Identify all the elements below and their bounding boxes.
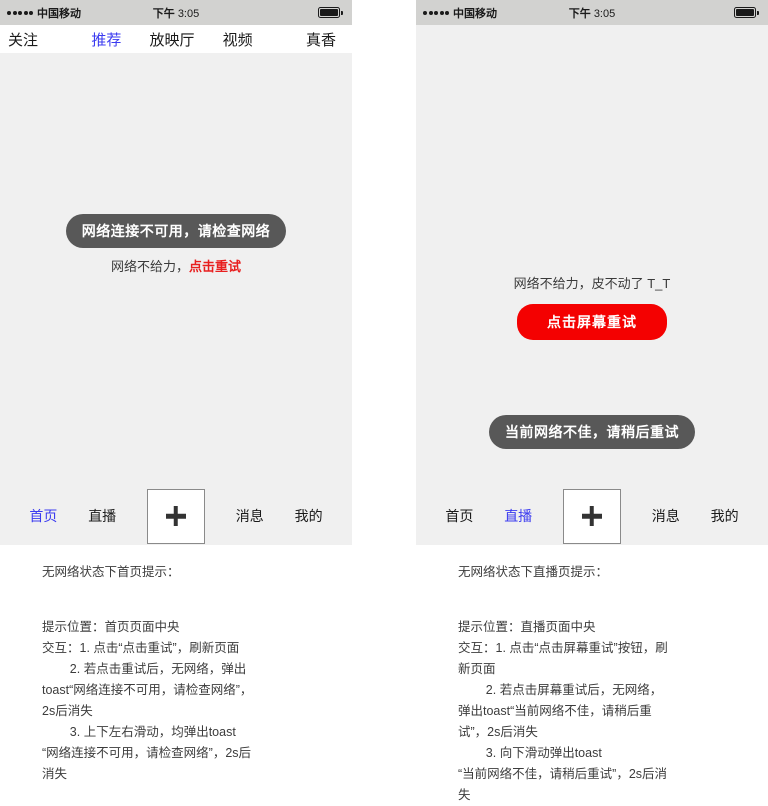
top-tab-tuijian[interactable]: 推荐 (74, 29, 140, 50)
spec-interaction-3-right: 3. 向下滑动弹出toast “当前网络不佳，请稍后重试”，2s后消 失 (458, 746, 668, 802)
page-root: 中国移动 下午 3:05 关注 推荐 放映厅 视频 真香 网络连接不可用，请检查… (0, 0, 768, 802)
right-content-area: 网络不给力，皮不动了 T_T 点击屏幕重试 当前网络不佳，请稍后重试 (416, 25, 768, 487)
status-bar-right: 中国移动 下午 3:05 (416, 0, 768, 25)
status-bar-left: 中国移动 下午 3:05 (0, 0, 352, 25)
top-tab-zhenxiang[interactable]: 真香 (270, 29, 346, 50)
plus-icon (582, 506, 602, 526)
spec-position-left: 提示位置：首页页面中央 (42, 620, 180, 634)
retry-link-button[interactable]: 点击重试 (189, 259, 241, 274)
spec-title-left: 无网络状态下首页提示： (42, 565, 180, 579)
spec-interaction-1-left: 交互：1. 点击“点击重试”，刷新页面 (42, 641, 240, 655)
right-phone-column: 中国移动 下午 3:05 网络不给力，皮不动了 T_T 点击屏幕重试 当前网络不… (416, 0, 768, 545)
top-tab-shipin[interactable]: 视频 (205, 29, 271, 50)
spec-title-right: 无网络状态下直播页提示： (458, 565, 609, 579)
nav-item-profile[interactable]: 我的 (295, 506, 323, 526)
left-error-stack: 网络连接不可用，请检查网络 网络不给力，点击重试 (0, 214, 352, 275)
left-content-area: 网络连接不可用，请检查网络 网络不给力，点击重试 (0, 53, 352, 487)
plus-button-right[interactable] (562, 488, 621, 544)
battery-full-icon (318, 7, 343, 18)
left-phone-column: 中国移动 下午 3:05 关注 推荐 放映厅 视频 真香 网络连接不可用，请检查… (0, 0, 352, 545)
nav-item-home[interactable]: 首页 (445, 506, 473, 526)
clock-time: 3:05 (593, 7, 616, 20)
plus-button-left[interactable] (146, 488, 205, 544)
toast-message-left: 网络连接不可用，请检查网络 (65, 214, 287, 248)
retry-line-left: 网络不给力，点击重试 (0, 256, 352, 275)
retry-screen-button[interactable]: 点击屏幕重试 (517, 304, 667, 340)
nav-item-profile[interactable]: 我的 (711, 506, 739, 526)
right-toast-wrap: 当前网络不佳，请稍后重试 (416, 415, 768, 449)
nav-item-messages[interactable]: 消息 (236, 506, 264, 526)
spec-notes-right: 无网络状态下直播页提示： 提示位置：直播页面中央 交互：1. 点击“点击屏幕重试… (458, 562, 758, 806)
status-bar-clock: 下午 3:05 (0, 5, 352, 21)
nav-item-live[interactable]: 直播 (504, 506, 532, 526)
clock-ampm: 下午 (152, 7, 175, 20)
bottom-nav-right: 首页 直播 消息 我的 (416, 487, 768, 545)
nav-item-live[interactable]: 直播 (88, 506, 116, 526)
bottom-nav-left: 首页 直播 消息 我的 (0, 487, 352, 545)
right-phone-screen: 中国移动 下午 3:05 网络不给力，皮不动了 T_T 点击屏幕重试 当前网络不… (416, 0, 768, 545)
nav-item-messages[interactable]: 消息 (652, 506, 680, 526)
top-tab-fangyingting[interactable]: 放映厅 (139, 29, 205, 50)
plus-icon (166, 506, 186, 526)
network-hint-text: 网络不给力，皮不动了 T_T (513, 276, 671, 291)
spec-notes-left: 无网络状态下首页提示： 提示位置：首页页面中央 交互：1. 点击“点击重试”，刷… (42, 562, 342, 785)
right-error-stack: 网络不给力，皮不动了 T_T 点击屏幕重试 (416, 273, 768, 340)
nav-item-home[interactable]: 首页 (29, 506, 57, 526)
toast-message-right: 当前网络不佳，请稍后重试 (489, 415, 695, 449)
left-phone-screen: 中国移动 下午 3:05 关注 推荐 放映厅 视频 真香 网络连接不可用，请检查… (0, 0, 352, 545)
spec-interaction-1-right: 交互：1. 点击“点击屏幕重试”按钮，刷 新页面 (458, 641, 668, 676)
spec-position-right: 提示位置：直播页面中央 (458, 620, 596, 634)
spec-interaction-2-right: 2. 若点击屏幕重试后，无网络， 弹出toast“当前网络不佳，请稍后重 试”，… (458, 683, 663, 739)
top-tab-bar: 关注 推荐 放映厅 视频 真香 (0, 25, 352, 53)
status-bar-clock: 下午 3:05 (416, 5, 768, 21)
retry-prefix-text: 网络不给力， (110, 259, 189, 274)
battery-full-icon (734, 7, 759, 18)
spec-interaction-3-left: 3. 上下左右滑动，均弹出toast “网络连接不可用，请检查网络”，2s后 消… (42, 725, 252, 781)
spec-interaction-2-left: 2. 若点击重试后，无网络，弹出 toast“网络连接不可用，请检查网络”， 2… (42, 662, 253, 718)
clock-time: 3:05 (177, 7, 200, 20)
clock-ampm: 下午 (568, 7, 591, 20)
top-tab-guanzhu[interactable]: 关注 (6, 29, 74, 50)
